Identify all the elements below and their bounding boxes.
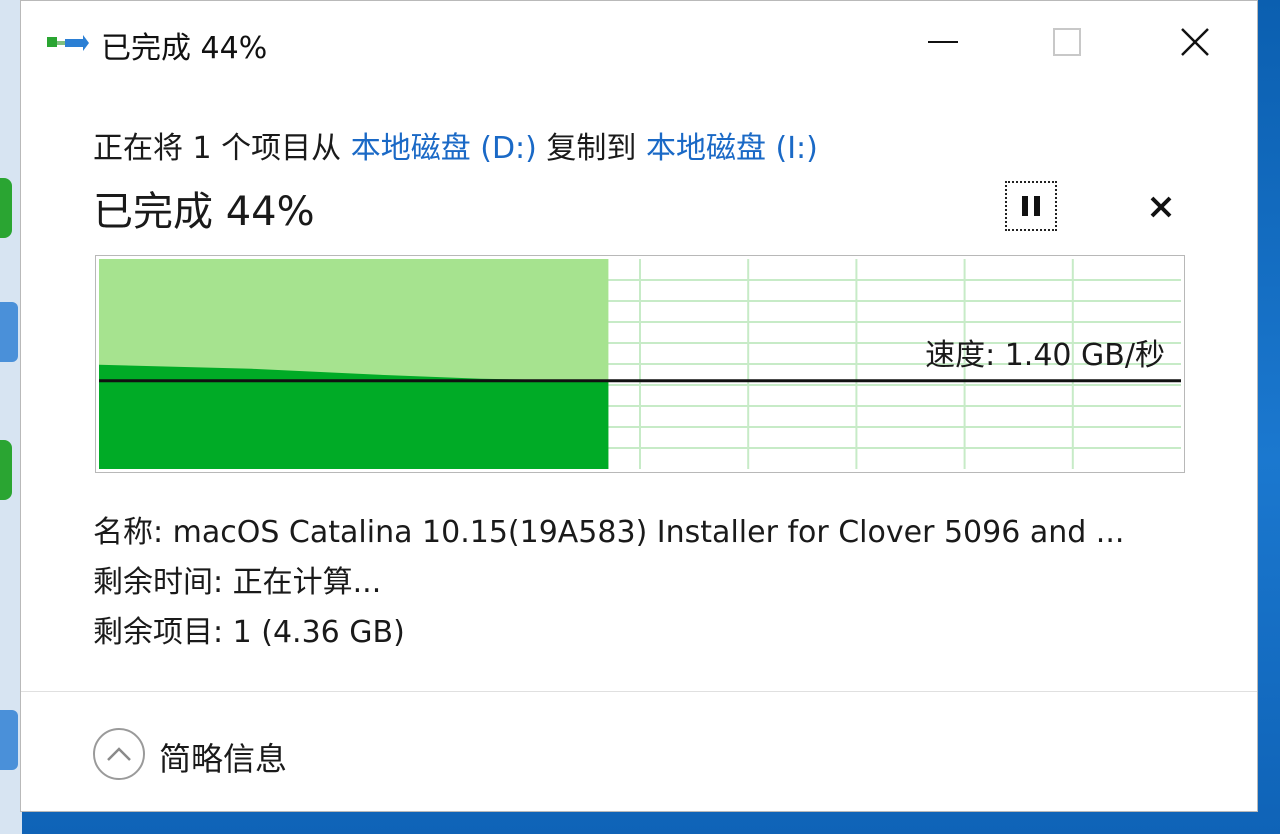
desktop-icon (0, 302, 18, 362)
desktop-icon (0, 710, 18, 770)
cancel-icon (1150, 196, 1172, 218)
file-copy-icon (47, 35, 89, 51)
items-remaining: 剩余项目: 1 (4.36 GB) (93, 615, 405, 650)
progress-heading: 已完成 44% (93, 189, 315, 235)
collapse-details-label[interactable]: 简略信息 (159, 734, 287, 780)
maximize-icon (1053, 28, 1081, 56)
minimize-icon (928, 41, 958, 43)
chevron-up-icon (107, 747, 131, 761)
dialog-footer: 简略信息 (21, 691, 1257, 812)
pause-button[interactable] (1005, 181, 1057, 231)
window-title: 已完成 44% (101, 31, 268, 66)
maximize-button[interactable] (1037, 17, 1097, 67)
destination-link[interactable]: 本地磁盘 (I:) (646, 131, 818, 166)
source-link[interactable]: 本地磁盘 (D:) (351, 131, 537, 166)
desktop-icon (0, 178, 12, 238)
copy-prefix: 正在将 1 个项目从 (93, 131, 342, 166)
collapse-details-button[interactable] (93, 728, 145, 780)
copy-middle: 复制到 (546, 131, 637, 166)
file-copy-dialog: 已完成 44% 正在将 1 个项目从 本地磁盘 (D:) 复制到 本地磁盘 (I… (20, 0, 1258, 812)
pause-icon (1022, 196, 1028, 216)
speed-graph: 速度: 1.40 GB/秒 (95, 255, 1185, 473)
cancel-button[interactable] (1141, 187, 1181, 227)
title-bar[interactable]: 已完成 44% (21, 1, 1257, 85)
minimize-button[interactable] (913, 17, 973, 67)
file-name: 名称: macOS Catalina 10.15(19A583) Install… (93, 515, 1125, 550)
desktop-background (0, 0, 22, 834)
desktop-icon (0, 440, 12, 500)
copy-description: 正在将 1 个项目从 本地磁盘 (D:) 复制到 本地磁盘 (I:) (93, 123, 818, 167)
time-remaining: 剩余时间: 正在计算... (93, 565, 382, 600)
close-icon (1181, 28, 1209, 56)
speed-label: 速度: 1.40 GB/秒 (925, 338, 1165, 373)
close-button[interactable] (1165, 17, 1225, 67)
